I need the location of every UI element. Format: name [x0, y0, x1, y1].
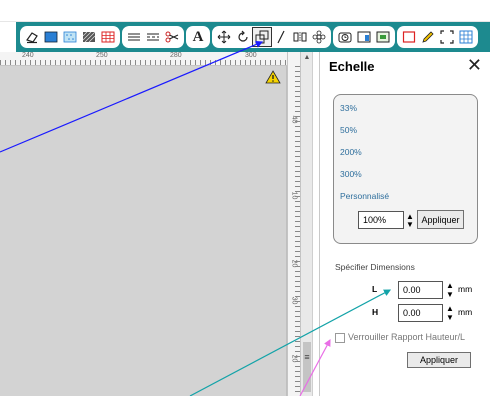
vertical-ruler: 40 10 20 30 20 [287, 52, 301, 396]
apply-scale-button[interactable]: Appliquer [417, 210, 464, 229]
scale-panel: Echelle ✕ 33% 50% 200% 300% Personnalisé… [319, 52, 490, 396]
toolbar-group-fill [20, 26, 120, 48]
scissors-icon[interactable] [163, 28, 181, 46]
scale-presets-box: 33% 50% 200% 300% Personnalisé 100% ▲ ▼ … [333, 94, 478, 244]
pen-icon[interactable] [419, 28, 437, 46]
height-label: H [372, 307, 379, 317]
fill-blue-icon[interactable] [42, 28, 60, 46]
scale-icon[interactable] [252, 27, 272, 47]
spin-up-icon[interactable]: ▲ [406, 213, 414, 221]
rotate-icon[interactable] [234, 28, 252, 46]
toolbar-group-view [333, 26, 395, 48]
mirror-icon[interactable] [291, 28, 309, 46]
ruler-label: 250 [96, 52, 108, 59]
move-icon[interactable] [215, 28, 233, 46]
lock-ratio-label[interactable]: Verrouiller Rapport Hauteur/L [348, 332, 465, 342]
frame-icon[interactable] [355, 28, 373, 46]
scroll-grip-icon[interactable]: ≡ [302, 352, 312, 362]
preset-300[interactable]: 300% [340, 169, 362, 179]
toolbar-group-transform [212, 26, 331, 48]
warning-icon [265, 70, 281, 89]
eraser-icon[interactable] [23, 28, 41, 46]
flower-icon[interactable] [310, 28, 328, 46]
vertical-scrollbar[interactable]: ▲ ≡ [301, 52, 313, 396]
toolbar-group-text: A [186, 26, 210, 48]
ruler-ticks [0, 60, 287, 65]
width-spin-down-icon[interactable]: ▼ [446, 291, 454, 299]
preset-50[interactable]: 50% [340, 125, 357, 135]
pattern-icon[interactable] [61, 28, 79, 46]
preset-custom[interactable]: Personnalisé [340, 191, 389, 201]
toolbar-group-line [122, 26, 184, 48]
dimensions-title: Spécifier Dimensions [335, 262, 415, 272]
top-strip [0, 0, 490, 22]
width-input[interactable]: 0.00 [398, 281, 443, 299]
slant-icon[interactable] [272, 28, 290, 46]
clock-icon[interactable] [336, 28, 354, 46]
height-spin-up-icon[interactable]: ▲ [446, 305, 454, 313]
toolbar-group-tools [397, 26, 478, 48]
dash-style-icon[interactable] [144, 28, 162, 46]
ruler-label: 240 [22, 52, 34, 59]
rect-red-icon[interactable] [400, 28, 418, 46]
height-spin-down-icon[interactable]: ▼ [446, 314, 454, 322]
close-icon[interactable]: ✕ [467, 55, 482, 76]
width-spin-up-icon[interactable]: ▲ [446, 282, 454, 290]
scroll-thumb[interactable] [303, 342, 311, 392]
panel-title: Echelle [329, 59, 375, 74]
grid-red-icon[interactable] [99, 28, 117, 46]
grid-icon[interactable] [457, 28, 475, 46]
ruler-label: 300 [245, 52, 257, 59]
scroll-up-arrow-icon[interactable]: ▲ [301, 54, 313, 64]
main-toolbar: A [16, 22, 490, 52]
line-style-icon[interactable] [125, 28, 143, 46]
drawing-canvas[interactable] [0, 52, 287, 396]
fullscreen-icon[interactable] [438, 28, 456, 46]
ruler-ticks [295, 66, 300, 396]
preset-200[interactable]: 200% [340, 147, 362, 157]
ruler-label: 280 [170, 52, 182, 59]
horizontal-ruler: 240 250 280 300 [0, 52, 287, 66]
width-label: L [372, 284, 378, 294]
hatch-icon[interactable] [80, 28, 98, 46]
height-unit: mm [458, 307, 473, 317]
width-unit: mm [458, 284, 473, 294]
spin-down-icon[interactable]: ▼ [406, 221, 414, 229]
preset-33[interactable]: 33% [340, 103, 357, 113]
image-icon[interactable] [374, 28, 392, 46]
height-input[interactable]: 0.00 [398, 304, 443, 322]
text-icon[interactable]: A [189, 28, 207, 46]
lock-ratio-checkbox[interactable] [335, 333, 345, 343]
scale-percent-input[interactable]: 100% [358, 211, 404, 229]
apply-dimensions-button[interactable]: Appliquer [407, 352, 471, 368]
